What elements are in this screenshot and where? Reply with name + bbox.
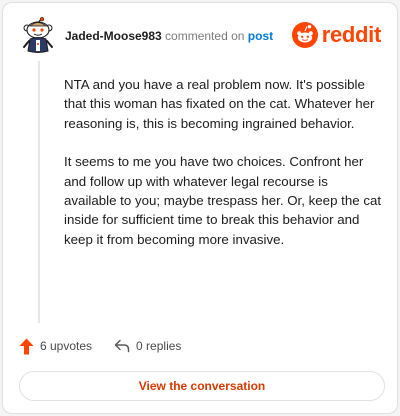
user-line: Jaded-Moose983 commented on post	[65, 29, 273, 43]
comment-card: Jaded-Moose983 commented on post reddit …	[2, 2, 398, 414]
upvote-button[interactable]: 6 upvotes	[19, 338, 92, 355]
username-link[interactable]: Jaded-Moose983	[65, 29, 162, 43]
view-conversation-button[interactable]: View the conversation	[19, 371, 385, 401]
reddit-logo-icon	[291, 22, 318, 48]
thread-line	[38, 61, 40, 323]
brand-wordmark: reddit	[321, 22, 382, 47]
comment-paragraph: It seems to me you have two choices. Con…	[64, 154, 382, 247]
replies-button[interactable]: 0 replies	[114, 339, 181, 353]
upvote-count: 6 upvotes	[40, 339, 93, 353]
comment-header: Jaded-Moose983 commented on post reddit	[19, 17, 383, 57]
comment-paragraph: NTA and you have a real problem now. It'…	[64, 77, 375, 131]
reply-arrow-icon	[114, 339, 130, 353]
comment-actions: 6 upvotes 0 replies	[19, 337, 181, 355]
reddit-brand[interactable]: reddit	[291, 21, 382, 49]
upvote-arrow-icon	[19, 338, 34, 354]
action-text: commented on	[165, 29, 245, 43]
user-avatar[interactable]	[19, 17, 57, 55]
post-link[interactable]: post	[248, 29, 273, 43]
snoo-avatar-icon	[23, 17, 53, 53]
reply-count: 0 replies	[136, 339, 182, 353]
comment-body: NTA and you have a real problem now. It'…	[64, 75, 384, 268]
